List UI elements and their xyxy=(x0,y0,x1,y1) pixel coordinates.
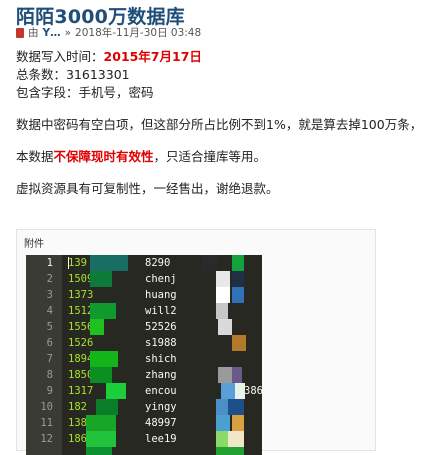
line-number: 1 xyxy=(46,257,53,269)
password-note-line: 数据中密码有空白项，但这部分所占比例不到1%，就是算去掉100万条， xyxy=(16,117,423,132)
post-datetime: 2018年-11月-30日 03:48 xyxy=(75,27,202,39)
attachment-box: 附件 1 139 8290 2 1509 chenj 3 1373 huang 4 1512 will… xyxy=(16,229,376,455)
line-number: 7 xyxy=(46,353,53,365)
post-meta: 由 Y… » 2018年-11月-30日 03:48 xyxy=(16,25,201,40)
mosaic-block xyxy=(232,335,246,351)
phone-number: 139 xyxy=(68,257,87,269)
mosaic-block xyxy=(216,415,230,431)
disclaimer-highlight: 不保障现时有效性 xyxy=(53,149,154,164)
author-prefix: 由 xyxy=(28,27,39,39)
write-time-label: 数据写入时间： xyxy=(16,49,104,64)
account-value: 8290 xyxy=(145,257,171,269)
mosaic-block xyxy=(90,255,128,271)
mosaic-block xyxy=(216,447,244,455)
refund-policy-line: 虚拟资源具有可复制性，一经售出，谢绝退款。 xyxy=(16,181,279,196)
account-value: chenj xyxy=(145,273,177,285)
account-value: s1988 xyxy=(145,337,177,349)
mosaic-block xyxy=(216,287,230,303)
mosaic-block xyxy=(216,399,228,415)
mosaic-block xyxy=(201,255,217,271)
mosaic-block xyxy=(86,431,116,447)
line-number: 2 xyxy=(46,273,53,285)
mosaic-block xyxy=(232,271,244,287)
mosaic-block xyxy=(86,447,112,455)
attachment-label: 附件 xyxy=(24,239,44,250)
mosaic-block xyxy=(216,431,228,447)
account-value: huang xyxy=(145,289,177,301)
mosaic-block xyxy=(106,383,126,399)
text-cursor xyxy=(68,257,69,269)
author-link[interactable]: Y… xyxy=(43,27,61,39)
write-time-value: 2015年7月17日 xyxy=(103,49,202,64)
mosaic-block xyxy=(232,415,244,431)
mosaic-block xyxy=(90,319,104,335)
mosaic-block xyxy=(218,319,232,335)
fields-line: 包含字段：手机号，密码 xyxy=(16,85,154,100)
mosaic-block xyxy=(90,303,116,319)
phone-number: 1317 xyxy=(68,385,94,397)
phone-number: 1526 xyxy=(68,337,94,349)
total-count-line: 总条数：31613301 xyxy=(16,67,130,82)
code-line: 7 1894 shich xyxy=(26,351,262,367)
line-number: 9 xyxy=(46,385,53,397)
code-line: 1 139 8290 xyxy=(26,255,262,271)
phone-number: 182 xyxy=(68,401,87,413)
mosaic-block xyxy=(228,399,244,415)
document-icon xyxy=(16,27,24,38)
mosaic-block xyxy=(216,303,228,319)
phone-number: 1373 xyxy=(68,289,94,301)
mosaic-block xyxy=(90,367,112,383)
account-value: will2 xyxy=(145,305,177,317)
mosaic-block xyxy=(90,271,112,287)
line-number: 6 xyxy=(46,337,53,349)
line-number: 5 xyxy=(46,321,53,333)
write-time-line: 数据写入时间：2015年7月17日 xyxy=(16,48,446,66)
post-content: 数据写入时间：2015年7月17日 总条数：31613301 包含字段：手机号，… xyxy=(16,48,446,198)
line-number: 11 xyxy=(40,417,53,429)
account-value: encou xyxy=(145,385,177,397)
code-line: 6 1526 s1988 xyxy=(26,335,262,351)
line-number: 10 xyxy=(40,401,53,413)
mosaic-block xyxy=(96,399,118,415)
account-value: yingy xyxy=(145,401,177,413)
account-value: 52526 xyxy=(145,321,177,333)
mosaic-block xyxy=(218,367,232,383)
line-number: 3 xyxy=(46,289,53,301)
mosaic-block xyxy=(232,287,244,303)
disclaimer-line: 本数据不保障现时有效性，只适合撞库等用。 xyxy=(16,148,446,166)
mosaic-block xyxy=(232,367,242,383)
account-value: 48997 xyxy=(145,417,177,429)
disclaimer-suffix: ，只适合撞库等用。 xyxy=(153,149,267,164)
mosaic-block xyxy=(216,271,230,287)
line-number: 4 xyxy=(46,305,53,317)
disclaimer-prefix: 本数据 xyxy=(16,149,54,164)
attachment-screenshot[interactable]: 1 139 8290 2 1509 chenj 3 1373 huang 4 1512 will2 5 1… xyxy=(26,255,262,455)
meta-separator: » xyxy=(64,26,72,39)
mosaic-block xyxy=(86,415,116,431)
line-number: 8 xyxy=(46,369,53,381)
account-value: zhang xyxy=(145,369,177,381)
account-value: shich xyxy=(145,353,177,365)
overflow-text: 386 xyxy=(244,385,262,397)
mosaic-block xyxy=(90,351,118,367)
mosaic-block xyxy=(232,255,244,271)
line-number: 12 xyxy=(40,433,53,445)
account-value: lee19 xyxy=(145,433,177,445)
mosaic-block xyxy=(228,431,244,447)
mosaic-block xyxy=(221,383,235,399)
